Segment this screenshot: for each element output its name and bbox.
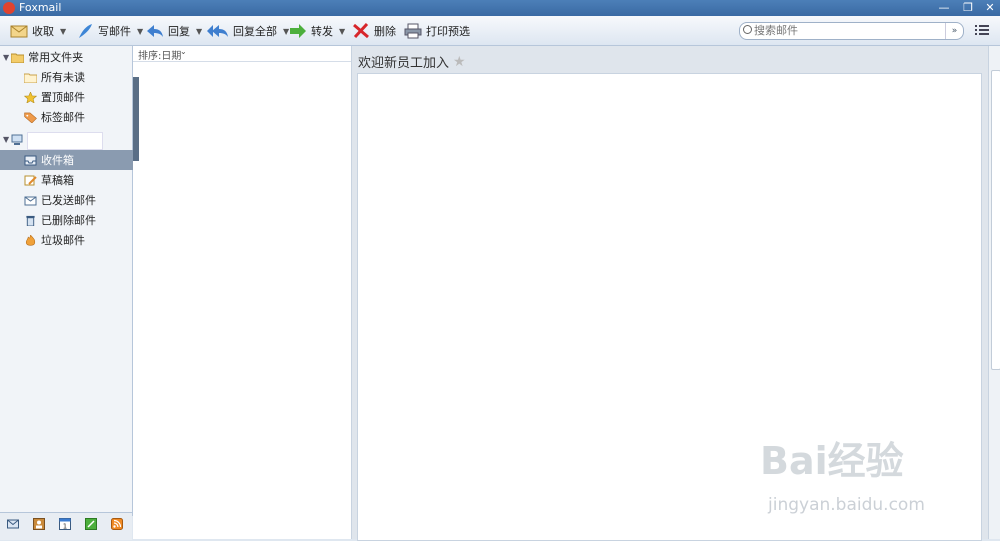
minimize-button[interactable]: — (934, 0, 954, 16)
envelope-icon (10, 25, 28, 38)
mail-module-icon[interactable] (7, 518, 19, 530)
calendar-module-icon[interactable]: 1 (59, 518, 71, 530)
search-box[interactable]: » (739, 22, 964, 40)
forward-button[interactable]: 转发 ▼ (289, 20, 345, 42)
module-switcher-bar: 1 (0, 512, 132, 540)
receive-dropdown-icon[interactable]: ▼ (60, 27, 66, 36)
compose-button[interactable]: 写邮件 ▼ (76, 20, 143, 42)
menu-list-icon[interactable] (975, 24, 989, 36)
search-input[interactable] (754, 24, 939, 37)
receive-label: 收取 (32, 25, 54, 38)
print-preview-label: 打印预选 (426, 25, 470, 38)
inbox-icon (24, 155, 37, 165)
baidu-watermark-url: jingyan.baidu.com (768, 495, 925, 515)
scrollbar-thumb[interactable] (991, 70, 1000, 370)
search-icon (743, 25, 752, 34)
message-subject: 欢迎新员工加入 (358, 56, 450, 71)
spam-label: 垃圾邮件 (41, 234, 85, 247)
foxmail-logo-icon (3, 2, 15, 14)
restore-button[interactable]: ❐ (958, 0, 978, 16)
vertical-scrollbar[interactable] (988, 46, 1000, 539)
message-list[interactable]: 排序:日期 ⌄ (133, 46, 352, 539)
rss-module-icon[interactable] (111, 518, 123, 530)
compose-dropdown-icon[interactable]: ▼ (137, 27, 143, 36)
forward-label: 转发 (311, 25, 333, 38)
reply-dropdown-icon[interactable]: ▼ (196, 27, 202, 36)
sent-label: 已发送邮件 (41, 194, 96, 207)
reply-button[interactable]: 回复 ▼ (146, 20, 202, 42)
folder-group-common[interactable]: ▼ 常用文件夹 (0, 47, 135, 67)
message-subject-row: 欢迎新员工加入 ★ (358, 52, 466, 72)
folder-icon (11, 53, 25, 63)
folder-icon (24, 73, 37, 83)
deleted-label: 已删除邮件 (41, 214, 96, 227)
sent-mail-icon (24, 196, 37, 205)
search-options-chevron-icon[interactable]: » (945, 23, 963, 39)
delete-x-icon (353, 23, 369, 39)
title-bar: Foxmail — ❐ ✕ (0, 0, 1000, 16)
print-preview-button[interactable]: 打印预选 (404, 20, 470, 42)
close-button[interactable]: ✕ (980, 0, 1000, 16)
notes-module-icon[interactable] (85, 518, 97, 530)
delete-button[interactable]: 删除 (352, 20, 396, 42)
star-flag-icon[interactable]: ★ (453, 54, 466, 70)
common-folders-label: 常用文件夹 (28, 51, 84, 64)
reply-all-button[interactable]: 回复全部 ▼ (207, 20, 289, 42)
window-title: Foxmail (19, 1, 62, 14)
delete-label: 删除 (374, 25, 396, 38)
selected-row-marker (133, 77, 139, 161)
inbox-label: 收件箱 (41, 154, 74, 167)
drafts-icon (24, 175, 37, 185)
sort-header[interactable]: 排序:日期 ⌄ (133, 46, 351, 62)
reply-label: 回复 (168, 25, 190, 38)
forward-arrow-icon (290, 24, 306, 38)
receive-button[interactable]: 收取 ▼ (10, 20, 66, 42)
sort-dropdown-icon[interactable]: ⌄ (180, 47, 187, 56)
reply-all-label: 回复全部 (233, 25, 277, 38)
drafts-label: 草稿箱 (41, 174, 74, 187)
account-name-field[interactable] (27, 132, 103, 150)
baidu-watermark: Bai经验 (760, 439, 904, 483)
expand-triangle-icon[interactable]: ▼ (3, 135, 9, 144)
spam-fire-icon (25, 234, 36, 246)
folder-sidebar: ▼ 常用文件夹 所有未读 置顶邮件 标签邮件 ▼ 收件箱 草稿箱 已发送邮件 已… (0, 46, 156, 516)
star-icon (24, 91, 37, 103)
compose-label: 写邮件 (98, 25, 131, 38)
sort-label: 排序:日期 (138, 51, 182, 62)
reply-all-arrow-icon (207, 25, 228, 37)
expand-triangle-icon[interactable]: ▼ (3, 53, 9, 62)
feather-pen-icon (79, 24, 92, 38)
pinned-label: 置顶邮件 (41, 91, 85, 104)
unread-label: 所有未读 (41, 71, 85, 84)
contacts-module-icon[interactable] (33, 518, 45, 530)
forward-dropdown-icon[interactable]: ▼ (339, 27, 345, 36)
svg-text:1: 1 (63, 523, 67, 531)
tagged-label: 标签邮件 (41, 111, 85, 124)
printer-icon (404, 23, 422, 39)
account-computer-icon (11, 134, 23, 145)
trash-can-icon (26, 215, 35, 226)
tag-icon (24, 112, 37, 123)
reply-arrow-icon (147, 25, 163, 37)
